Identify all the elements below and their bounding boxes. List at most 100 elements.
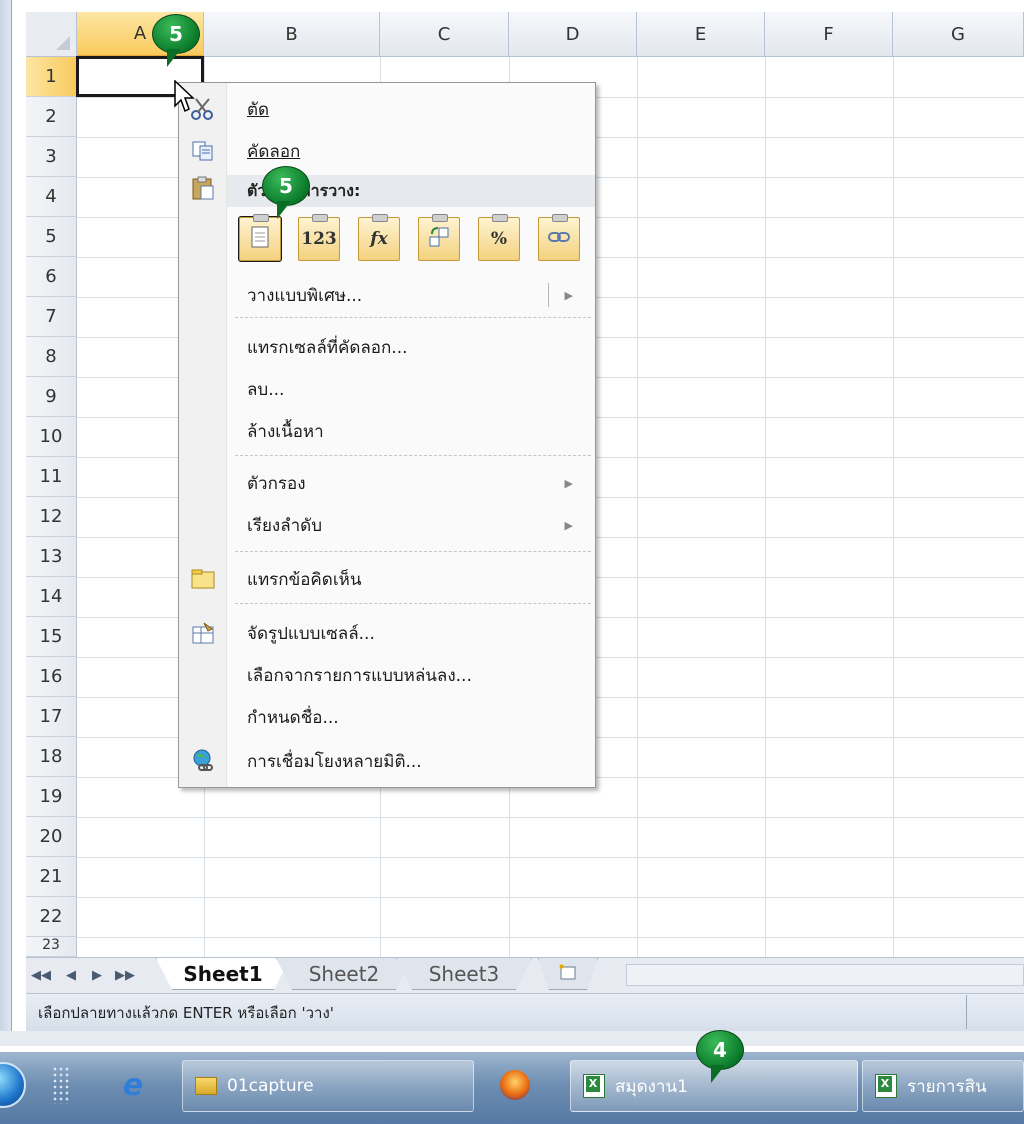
paste-formatting-button[interactable]: % — [478, 214, 520, 261]
context-menu: ตัด คัดลอก ตัวเลือกการวาง: 123 fx % วางแ… — [178, 82, 596, 788]
row-header[interactable]: 2 — [26, 97, 77, 137]
insert-sheet-button[interactable] — [538, 958, 598, 990]
paste-transpose-icon — [427, 225, 451, 254]
row-header[interactable]: 11 — [26, 457, 77, 497]
taskbar-button-01capture[interactable]: 01capture — [182, 1060, 474, 1112]
row-header[interactable]: 20 — [26, 817, 77, 857]
previous-sheet-nav-icon[interactable]: ◀ — [60, 964, 82, 986]
submenu-divider — [548, 283, 549, 307]
select-all-button[interactable] — [26, 12, 77, 57]
menu-item-label: คัดลอก — [247, 141, 301, 162]
hyperlink-globe-icon — [189, 748, 217, 774]
row-header[interactable]: 16 — [26, 657, 77, 697]
row-header[interactable]: 4 — [26, 177, 77, 217]
sheet-tab-sheet2[interactable]: Sheet2 — [276, 958, 412, 990]
menu-item-label: ตัด — [247, 99, 270, 120]
row-header[interactable]: 5 — [26, 217, 77, 257]
paste-transpose-button[interactable] — [418, 214, 460, 261]
gridline — [893, 57, 894, 957]
row-header[interactable]: 6 — [26, 257, 77, 297]
column-header-f[interactable]: F — [765, 12, 893, 57]
row-header[interactable]: 21 — [26, 857, 77, 897]
format-cells-icon — [189, 620, 217, 646]
menu-item-pick-from-list[interactable]: เลือกจากรายการแบบหล่นลง... — [227, 655, 595, 695]
horizontal-scrollbar[interactable] — [626, 964, 1024, 986]
step-callout-column-a: 5 — [152, 14, 200, 67]
column-header-g[interactable]: G — [893, 12, 1024, 57]
clipboard-icon — [189, 175, 217, 201]
menu-item-delete[interactable]: ลบ... — [227, 369, 595, 409]
next-sheet-nav-icon[interactable]: ▶ — [86, 964, 108, 986]
sheet-tab-sheet3[interactable]: Sheet3 — [396, 958, 532, 990]
paste-formulas-button[interactable]: fx — [358, 214, 400, 261]
taskbar-button-label: สมุดงาน1 — [615, 1076, 688, 1097]
paste-button[interactable] — [238, 214, 282, 262]
sheet-tab-sheet1[interactable]: Sheet1 — [156, 958, 290, 990]
menu-item-filter[interactable]: ตัวกรอง ▶ — [227, 463, 595, 503]
menu-item-label: เรียงลำดับ — [247, 515, 322, 536]
menu-item-label: เลือกจากรายการแบบหล่นลง... — [247, 665, 472, 686]
menu-item-label: จัดรูปแบบเซลล์... — [247, 623, 375, 644]
row-header[interactable]: 3 — [26, 137, 77, 177]
row-header[interactable]: 22 — [26, 897, 77, 937]
menu-item-label: แทรกข้อคิดเห็น — [247, 569, 362, 590]
row-header[interactable]: 23 — [26, 937, 77, 957]
row-header[interactable]: 15 — [26, 617, 77, 657]
last-sheet-nav-icon[interactable]: ▶▶ — [114, 964, 136, 986]
menu-item-clear-contents[interactable]: ล้างเนื้อหา — [227, 411, 595, 451]
row-header[interactable]: 10 — [26, 417, 77, 457]
sheet-tab-bar: ◀◀ ◀ ▶ ▶▶ Sheet1 Sheet2 Sheet3 — [26, 957, 1024, 993]
paste-link-icon — [547, 229, 571, 250]
first-sheet-nav-icon[interactable]: ◀◀ — [30, 964, 52, 986]
menu-separator — [235, 317, 591, 318]
paste-formulas-icon: fx — [370, 229, 388, 249]
step-callout-paste-button: 5 — [262, 166, 310, 219]
menu-item-label: แทรกเซลล์ที่คัดลอก... — [247, 337, 408, 358]
window-top-strip — [12, 0, 1024, 12]
menu-item-label: ลบ... — [247, 379, 285, 400]
paste-icon — [250, 225, 270, 254]
menu-item-copy[interactable]: คัดลอก — [192, 131, 595, 171]
submenu-arrow-icon: ▶ — [564, 288, 573, 302]
paste-link-button[interactable] — [538, 214, 580, 261]
menu-item-define-name[interactable]: กำหนดชื่อ... — [227, 697, 595, 737]
folder-icon — [195, 1077, 217, 1095]
copy-icon — [189, 138, 217, 164]
taskbar-grip-icon[interactable] — [52, 1066, 70, 1104]
internet-explorer-icon[interactable]: e — [118, 1068, 148, 1103]
column-header-b[interactable]: B — [204, 12, 380, 57]
excel-icon — [875, 1074, 897, 1098]
row-header[interactable]: 14 — [26, 577, 77, 617]
menu-item-sort[interactable]: เรียงลำดับ ▶ — [227, 505, 595, 545]
status-bar: เลือกปลายทางแล้วกด ENTER หรือเลือก 'วาง' — [26, 993, 1024, 1031]
menu-separator — [235, 603, 591, 604]
taskbar-button-label: 01capture — [227, 1076, 314, 1096]
menu-item-insert-copied-cells[interactable]: แทรกเซลล์ที่คัดลอก... — [227, 327, 595, 367]
column-header-e[interactable]: E — [637, 12, 765, 57]
submenu-arrow-icon: ▶ — [564, 518, 573, 532]
new-sheet-icon — [557, 963, 579, 985]
column-header-c[interactable]: C — [380, 12, 509, 57]
row-header[interactable]: 1 — [26, 57, 77, 97]
submenu-arrow-icon: ▶ — [564, 476, 573, 490]
paste-values-button[interactable]: 123 — [298, 214, 340, 261]
menu-item-paste-special[interactable]: วางแบบพิเศษ... ▶ — [227, 275, 595, 315]
menu-separator — [235, 551, 591, 552]
row-header[interactable]: 19 — [26, 777, 77, 817]
menu-item-format-cells[interactable]: จัดรูปแบบเซลล์... — [192, 613, 595, 653]
firefox-icon[interactable] — [500, 1070, 530, 1100]
menu-item-cut[interactable]: ตัด — [191, 89, 595, 129]
row-header[interactable]: 18 — [26, 737, 77, 777]
status-message: เลือกปลายทางแล้วกด ENTER หรือเลือก 'วาง' — [38, 1003, 334, 1022]
menu-item-hyperlink[interactable]: การเชื่อมโยงหลายมิติ... — [193, 741, 595, 781]
menu-item-insert-comment[interactable]: แทรกข้อคิดเห็น — [191, 559, 595, 599]
gridline — [77, 817, 1024, 818]
column-header-d[interactable]: D — [509, 12, 637, 57]
row-header[interactable]: 12 — [26, 497, 77, 537]
row-header[interactable]: 7 — [26, 297, 77, 337]
taskbar-button-product-list[interactable]: รายการสิน — [862, 1060, 1024, 1112]
row-header[interactable]: 17 — [26, 697, 77, 737]
row-header[interactable]: 13 — [26, 537, 77, 577]
row-header[interactable]: 8 — [26, 337, 77, 377]
row-header[interactable]: 9 — [26, 377, 77, 417]
